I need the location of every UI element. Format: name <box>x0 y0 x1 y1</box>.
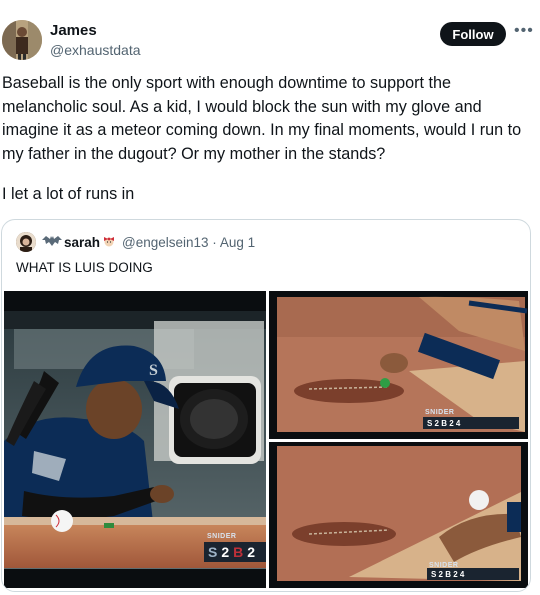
quote-author-handle[interactable]: @engelsein13 <box>122 235 209 250</box>
tweet-text-second-paragraph: I let a lot of runs in <box>2 185 135 203</box>
media-image-closeup-bottom[interactable]: SNIDER S 2 B 2 4 <box>269 442 528 588</box>
main-scorebug-label: SNIDER <box>207 533 237 540</box>
author-handle[interactable]: @exhaustdata <box>50 42 141 58</box>
top-right-scorebug-label: SNIDER <box>425 409 455 416</box>
quote-media-grid[interactable]: S SNIDER S 2 B 2 SNIDER S 2 B 2 4 SNIDER… <box>4 291 528 588</box>
more-horizontal-icon[interactable]: ••• <box>514 23 534 39</box>
main-team-b: B <box>233 544 244 560</box>
bat-icon <box>42 235 62 250</box>
main-score-b: 2 <box>247 544 256 560</box>
meta-separator: · <box>212 235 217 250</box>
main-scorebug: S 2 B 2 <box>204 542 266 562</box>
quote-author-avatar[interactable] <box>16 232 36 252</box>
main-team-a: S <box>208 544 218 560</box>
follow-button[interactable]: Follow <box>440 22 506 46</box>
quote-meta: @engelsein13 · Aug 1 <box>122 235 255 250</box>
quote-date[interactable]: Aug 1 <box>220 235 255 250</box>
top-right-scorebug: S 2 B 2 4 <box>423 417 519 429</box>
author-avatar[interactable] <box>2 20 42 60</box>
quote-text: WHAT IS LUIS DOING <box>16 260 153 275</box>
tweet-text: Baseball is the only sport with enough d… <box>2 74 522 163</box>
bottom-right-scorebug: S 2 B 2 4 <box>427 568 519 580</box>
svg-text:S: S <box>149 362 158 379</box>
bow-icon <box>102 234 116 251</box>
media-image-luis-main[interactable]: S SNIDER S 2 B 2 <box>4 291 266 588</box>
quote-author-name-text: sarah <box>64 235 101 250</box>
quoted-tweet[interactable]: sarah @engelsein13 · Aug 1 WHAT IS LUIS … <box>1 219 531 592</box>
author-name[interactable]: James <box>50 22 97 39</box>
quote-author-name[interactable]: sarah <box>42 234 116 251</box>
main-score-a: 2 <box>221 544 230 560</box>
media-image-closeup-top[interactable]: SNIDER S 2 B 2 4 <box>269 291 528 439</box>
